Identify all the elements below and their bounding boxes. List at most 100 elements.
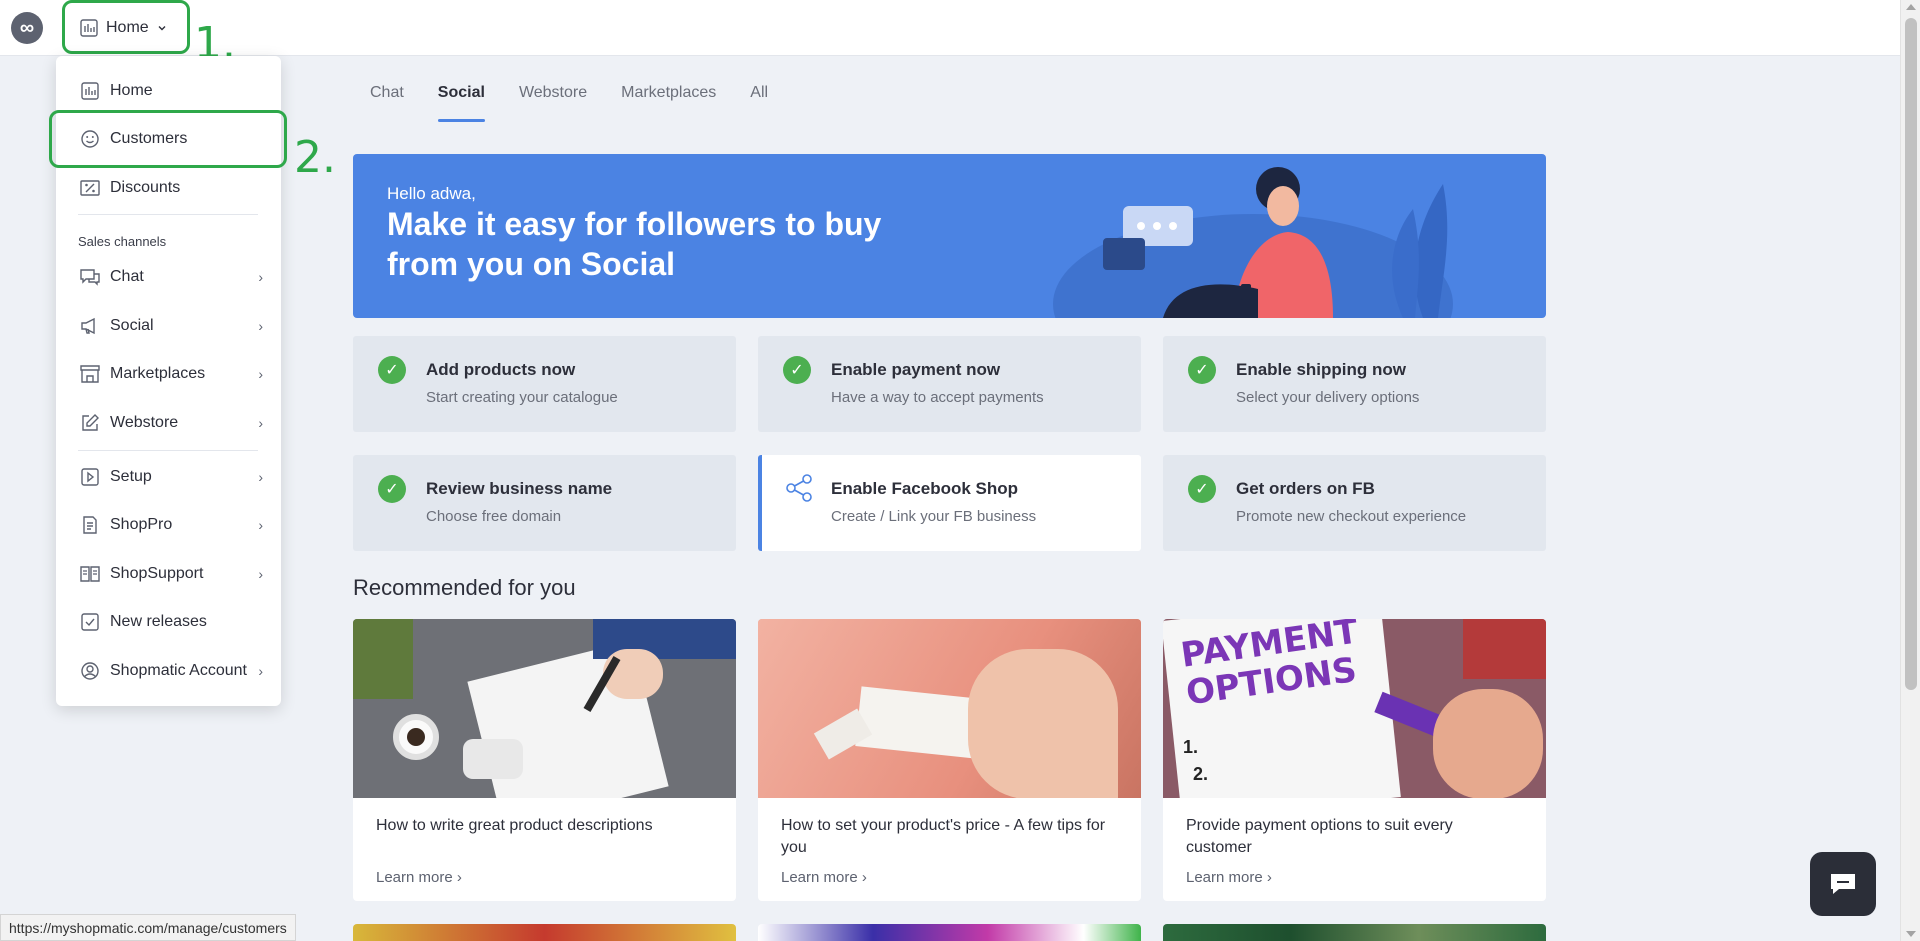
task-subtitle: Select your delivery options bbox=[1236, 389, 1420, 406]
menu-section-sales-channels: Sales channels bbox=[78, 234, 167, 249]
shopmatic-logo[interactable]: ∞ bbox=[11, 12, 43, 44]
article-image-list-mark-1: 1. bbox=[1183, 737, 1199, 757]
chevron-right-icon: › bbox=[258, 469, 263, 485]
task-card-enable-payment[interactable]: ✓ Enable payment now Have a way to accep… bbox=[758, 336, 1141, 432]
edit-icon bbox=[80, 413, 100, 433]
article-card-product-price[interactable]: How to set your product's price - A few … bbox=[758, 619, 1141, 901]
menu-item-label: ShopSupport bbox=[110, 565, 204, 582]
scroll-up-arrow-icon[interactable] bbox=[1906, 4, 1916, 10]
menu-item-chat[interactable]: Chat › bbox=[56, 257, 281, 297]
task-subtitle: Choose free domain bbox=[426, 508, 562, 525]
article-title: How to write great product descriptions bbox=[376, 817, 653, 834]
scroll-down-arrow-icon[interactable] bbox=[1906, 931, 1916, 937]
article-card-peek-1[interactable] bbox=[353, 924, 736, 941]
article-card-payment-options[interactable]: PAYMENT OPTIONS 1. 2. Provide payment op… bbox=[1163, 619, 1546, 901]
article-card-peek-2[interactable] bbox=[758, 924, 1141, 941]
article-image-list-mark-2: 2. bbox=[1193, 764, 1209, 784]
task-card-enable-shipping[interactable]: ✓ Enable shipping now Select your delive… bbox=[1163, 336, 1546, 432]
menu-item-label: Webstore bbox=[110, 414, 179, 431]
menu-item-home[interactable]: Home bbox=[56, 71, 281, 111]
article-image-payment-options: PAYMENT OPTIONS 1. 2. bbox=[1163, 619, 1546, 798]
menu-item-label: Shopmatic Account bbox=[110, 662, 247, 679]
article-title: Provide payment options to suit every cu… bbox=[1186, 817, 1453, 856]
infinity-icon: ∞ bbox=[19, 16, 35, 39]
task-subtitle: Have a way to accept payments bbox=[831, 389, 1044, 406]
menu-item-shoppro[interactable]: ShopPro › bbox=[56, 505, 281, 545]
menu-item-label: Social bbox=[110, 317, 154, 334]
learn-more-link[interactable]: Learn more › bbox=[376, 869, 462, 886]
home-button-label: Home bbox=[106, 19, 149, 36]
menu-item-label: Marketplaces bbox=[110, 365, 206, 382]
bar-chart-icon bbox=[80, 19, 98, 37]
tab-marketplaces[interactable]: Marketplaces bbox=[621, 82, 716, 122]
menu-item-setup[interactable]: Setup › bbox=[56, 457, 281, 497]
task-title: Enable Facebook Shop bbox=[831, 479, 1019, 498]
menu-item-discounts[interactable]: Discounts bbox=[56, 168, 281, 208]
task-card-review-business-name[interactable]: ✓ Review business name Choose free domai… bbox=[353, 455, 736, 551]
chevron-right-icon: › bbox=[258, 566, 263, 582]
check-circle-icon: ✓ bbox=[378, 356, 406, 384]
menu-item-webstore[interactable]: Webstore › bbox=[56, 403, 281, 443]
task-card-enable-facebook-shop[interactable]: Enable Facebook Shop Create / Link your … bbox=[758, 455, 1141, 551]
banner-headline: Make it easy for followers to buy from y… bbox=[387, 206, 882, 282]
menu-item-social[interactable]: Social › bbox=[56, 306, 281, 346]
menu-divider bbox=[78, 214, 258, 215]
tab-all[interactable]: All bbox=[750, 82, 768, 122]
scrollbar-thumb[interactable] bbox=[1905, 18, 1917, 690]
menu-item-shopsupport[interactable]: ShopSupport › bbox=[56, 554, 281, 594]
user-circle-icon bbox=[80, 661, 100, 681]
check-circle-icon: ✓ bbox=[1188, 475, 1216, 503]
task-subtitle: Promote new checkout experience bbox=[1236, 508, 1467, 525]
task-title: Enable shipping now bbox=[1236, 360, 1406, 379]
chevron-right-icon: › bbox=[258, 663, 263, 679]
chevron-right-icon: › bbox=[258, 318, 263, 334]
menu-item-customers[interactable]: Customers bbox=[56, 119, 281, 159]
menu-item-new-releases[interactable]: New releases bbox=[56, 602, 281, 642]
banner-greeting: Hello adwa, bbox=[387, 184, 476, 203]
article-card-product-descriptions[interactable]: How to write great product descriptions … bbox=[353, 619, 736, 901]
menu-item-label: ShopPro bbox=[110, 516, 173, 533]
learn-more-link[interactable]: Learn more › bbox=[1186, 869, 1272, 886]
share-icon bbox=[786, 474, 812, 502]
task-subtitle: Create / Link your FB business bbox=[831, 508, 1037, 525]
menu-item-label: Setup bbox=[110, 468, 152, 485]
article-image-desk bbox=[353, 619, 736, 798]
article-card-peek-3[interactable] bbox=[1163, 924, 1546, 941]
menu-item-label: Home bbox=[110, 82, 153, 99]
learn-more-link[interactable]: Learn more › bbox=[781, 869, 867, 886]
discount-icon bbox=[80, 178, 100, 198]
home-dropdown-menu: Home Customers Discounts Sales channels … bbox=[56, 56, 281, 706]
home-dropdown-button[interactable]: Home bbox=[66, 8, 186, 48]
task-title: Add products now bbox=[426, 360, 576, 379]
chevron-right-icon: › bbox=[258, 415, 263, 431]
task-card-get-orders-fb[interactable]: ✓ Get orders on FB Promote new checkout … bbox=[1163, 455, 1546, 551]
book-icon bbox=[80, 564, 100, 584]
tab-webstore[interactable]: Webstore bbox=[519, 82, 587, 122]
chevron-down-icon bbox=[158, 26, 166, 31]
task-title: Get orders on FB bbox=[1236, 479, 1375, 498]
article-image-price-tag bbox=[758, 619, 1141, 798]
task-card-add-products[interactable]: ✓ Add products now Start creating your c… bbox=[353, 336, 736, 432]
menu-item-label: Chat bbox=[110, 268, 144, 285]
tab-social[interactable]: Social bbox=[437, 82, 486, 122]
chat-support-button[interactable] bbox=[1810, 852, 1876, 916]
banner-illustration bbox=[1053, 167, 1453, 318]
chevron-right-icon: › bbox=[258, 366, 263, 382]
vertical-scrollbar[interactable] bbox=[1900, 0, 1920, 941]
store-icon bbox=[80, 364, 100, 384]
recommended-heading: Recommended for you bbox=[353, 575, 576, 600]
check-circle-icon: ✓ bbox=[783, 356, 811, 384]
article-title: How to set your product's price - A few … bbox=[781, 817, 1106, 856]
chevron-right-icon: › bbox=[258, 269, 263, 285]
task-subtitle: Start creating your catalogue bbox=[426, 389, 618, 406]
check-circle-icon: ✓ bbox=[1188, 356, 1216, 384]
menu-item-marketplaces[interactable]: Marketplaces › bbox=[56, 354, 281, 394]
bar-chart-icon bbox=[80, 81, 100, 101]
tab-chat[interactable]: Chat bbox=[370, 82, 404, 122]
hero-banner: Hello adwa, Make it easy for followers t… bbox=[353, 154, 1546, 318]
menu-item-shopmatic-account[interactable]: Shopmatic Account › bbox=[56, 651, 281, 691]
check-circle-icon: ✓ bbox=[378, 475, 406, 503]
menu-item-label: Customers bbox=[110, 130, 188, 147]
chevron-right-icon: › bbox=[258, 517, 263, 533]
chat-bubble-icon bbox=[1831, 874, 1855, 894]
